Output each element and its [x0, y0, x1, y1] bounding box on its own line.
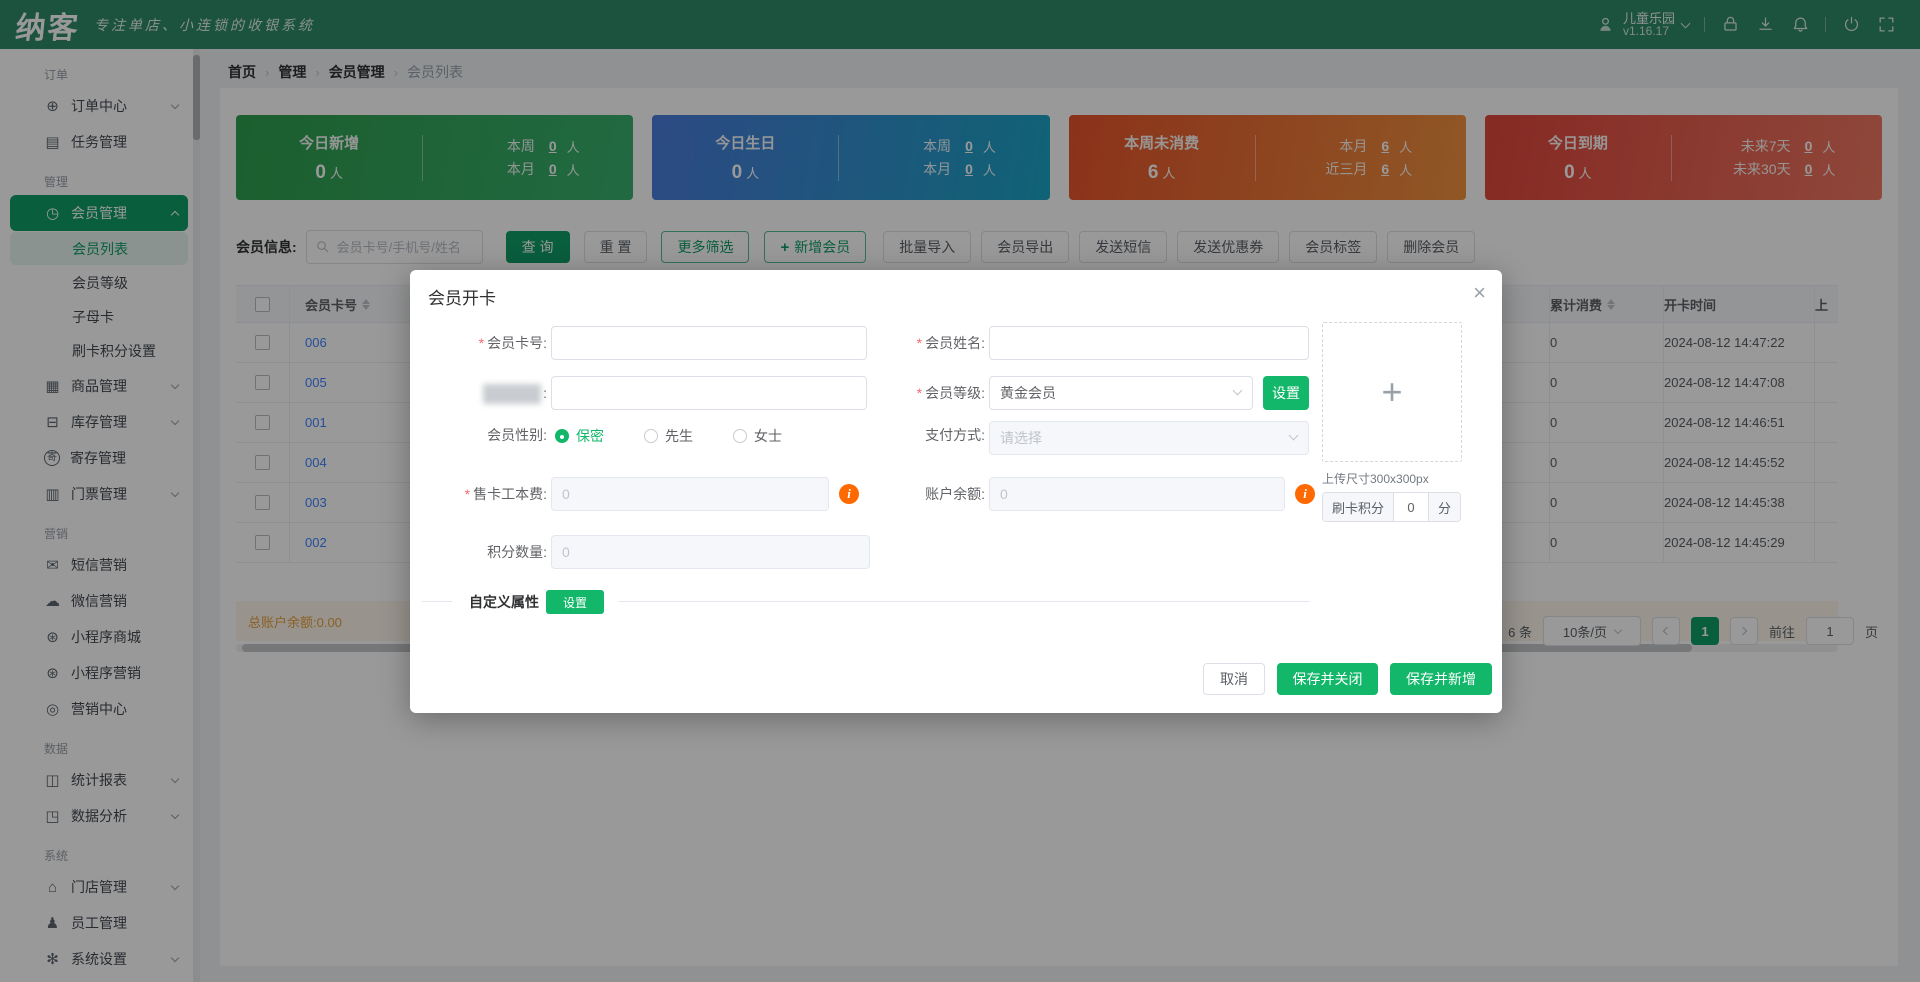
custom-attr-set-button[interactable]: 设置 — [546, 590, 604, 614]
card-fee-label: 售卡工本费: — [473, 486, 547, 502]
redacted-label — [483, 384, 541, 404]
points-qty-input[interactable] — [551, 535, 870, 569]
cancel-button[interactable]: 取消 — [1203, 663, 1265, 695]
swipe-points-label: 刷卡积分 — [1323, 493, 1393, 521]
divider — [618, 601, 1310, 602]
gender-radio-group: 保密 先生 女士 — [555, 426, 822, 446]
member-name-label: 会员姓名: — [925, 335, 985, 351]
member-name-input[interactable] — [989, 326, 1309, 360]
card-no-input[interactable] — [551, 326, 867, 360]
chevron-down-icon — [1289, 431, 1299, 441]
modal-title: 会员开卡 — [428, 284, 496, 309]
required-asterisk: * — [917, 385, 922, 401]
radio-secret[interactable] — [555, 429, 569, 443]
member-level-select[interactable]: 黄金会员 — [989, 376, 1253, 410]
close-icon[interactable]: × — [1473, 282, 1486, 304]
custom-attr-label: 自定义属性 — [469, 592, 539, 612]
required-asterisk: * — [917, 335, 922, 351]
card-fee-input[interactable] — [551, 477, 829, 511]
member-level-label: 会员等级: — [925, 385, 985, 401]
required-asterisk: * — [465, 486, 470, 502]
redacted-field-input[interactable] — [551, 376, 867, 410]
save-new-button[interactable]: 保存并新增 — [1390, 663, 1492, 695]
radio-ms[interactable] — [733, 429, 747, 443]
pay-method-select[interactable]: 请选择 — [989, 421, 1309, 455]
balance-input[interactable] — [989, 477, 1285, 511]
member-open-card-modal: 会员开卡 × *会员卡号: *会员姓名: : *会员等级: 黄金会员 设置 会员… — [410, 270, 1502, 713]
balance-label: 账户余额: — [840, 477, 985, 511]
avatar-upload-box[interactable]: + — [1322, 322, 1462, 462]
info-icon[interactable]: i — [1295, 484, 1315, 504]
app: 纳客 专注单店、小连锁的收银系统 儿童乐园 v1.16.17 — [0, 0, 1920, 982]
required-asterisk: * — [479, 335, 484, 351]
gender-label: 会员性别: — [410, 421, 547, 449]
level-set-button[interactable]: 设置 — [1263, 376, 1309, 410]
swipe-points-unit: 分 — [1429, 493, 1460, 521]
card-no-label: 会员卡号: — [487, 335, 547, 351]
points-qty-label: 积分数量: — [410, 535, 547, 569]
pay-method-label: 支付方式: — [840, 421, 985, 449]
plus-icon: + — [1381, 371, 1402, 413]
divider — [422, 601, 452, 602]
radio-mr[interactable] — [644, 429, 658, 443]
swipe-points-group: 刷卡积分 0 分 — [1322, 492, 1461, 522]
redacted-label-colon: : — [543, 385, 547, 401]
save-close-button[interactable]: 保存并关闭 — [1277, 663, 1378, 695]
upload-size-hint: 上传尺寸300x300px — [1322, 470, 1429, 487]
chevron-down-icon — [1233, 386, 1243, 396]
swipe-points-value[interactable]: 0 — [1393, 493, 1429, 521]
